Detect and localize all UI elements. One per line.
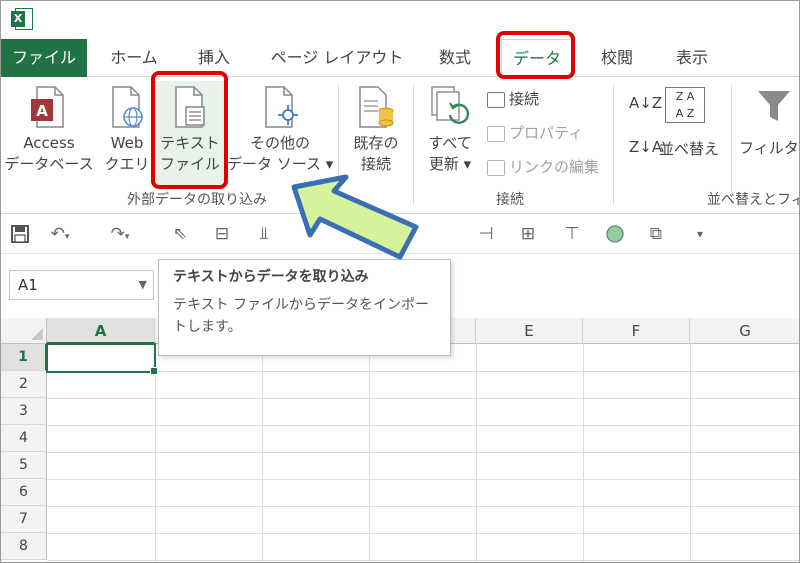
ribbon-tabs: ファイル ホーム 挿入 ページ レイアウト 数式 データ 校閲 表示 (1, 39, 799, 77)
web-query-button[interactable]: Web クエリ (101, 81, 153, 175)
sort-ascending-button[interactable]: A↓Z (629, 91, 662, 115)
group-separator (731, 85, 732, 205)
existing-connections-icon (359, 86, 394, 128)
tab-view[interactable]: 表示 (661, 39, 723, 76)
grid-line (47, 371, 799, 372)
customize-qat-icon[interactable]: ▾ (689, 224, 711, 244)
tab-file[interactable]: ファイル (1, 39, 87, 77)
web-query-icon (112, 86, 143, 128)
refresh-icon (431, 86, 470, 124)
column-header-f[interactable]: F (583, 318, 690, 344)
row-header-1[interactable]: 1 (1, 344, 47, 371)
excel-logo-icon: X (11, 8, 35, 30)
tab-formulas[interactable]: 数式 (424, 39, 486, 76)
other-sources-button[interactable]: その他の データ ソース ▾ (227, 81, 333, 175)
highlight-data-tab (496, 31, 575, 79)
grid-line (583, 344, 584, 562)
tooltip-body: テキスト ファイルからデータをインポー トします。 (173, 297, 430, 335)
row-header-5[interactable]: 5 (1, 452, 47, 479)
edit-links-icon (487, 159, 505, 176)
title-bar: X (1, 1, 799, 39)
excel-window: X ファイル ホーム 挿入 ページ レイアウト 数式 データ 校閲 表示 A A… (0, 0, 800, 563)
row-header-2[interactable]: 2 (1, 371, 47, 398)
pointer-arrow-annotation (291, 174, 419, 260)
access-database-button[interactable]: A Access データベース (3, 81, 95, 175)
other-sources-icon (265, 86, 298, 128)
other-sources-label-1: その他の (249, 134, 310, 152)
connections-icon (487, 91, 505, 108)
chart-icon[interactable]: ⫫ (253, 224, 275, 244)
sort-descending-icon: Z↓A (629, 138, 663, 156)
group-separator (613, 85, 614, 205)
row-header-3[interactable]: 3 (1, 398, 47, 425)
refresh-label-2: 更新 ▾ (428, 155, 472, 173)
select-all-corner[interactable] (1, 318, 47, 344)
properties-icon (487, 125, 505, 142)
filter-icon (758, 91, 790, 121)
tooltip-title: テキストからデータを取り込み (173, 269, 369, 285)
web-label-2: クエリ (104, 155, 150, 173)
sort-icon: Z AA Z (665, 87, 705, 123)
sort-ascending-icon: A↓Z (629, 94, 663, 112)
svg-text:A: A (36, 102, 48, 120)
refresh-all-button[interactable]: すべて 更新 ▾ (417, 81, 483, 175)
filter-button[interactable]: フィルター (739, 81, 799, 159)
tab-review[interactable]: 校閲 (586, 39, 648, 76)
grid-line (47, 533, 799, 534)
sort-dialog-icon-button[interactable]: Z AA Z (665, 87, 705, 123)
access-label-1: Access (23, 134, 75, 152)
save-icon[interactable] (9, 224, 31, 244)
group-label-external-data: 外部データの取り込み (127, 192, 267, 208)
sort-descending-button[interactable]: Z↓A (629, 135, 662, 159)
group-icon[interactable]: ⊟ (211, 224, 233, 244)
grid-line (47, 425, 799, 426)
column-header-a[interactable]: A (47, 318, 155, 344)
chevron-down-icon[interactable]: ▼ (139, 271, 147, 299)
group-label-connections: 接続 (496, 192, 524, 208)
circle-icon[interactable] (604, 224, 626, 244)
name-box[interactable]: A1 ▼ (9, 270, 154, 300)
refresh-label-1: すべて (428, 134, 472, 152)
active-cell-a1[interactable] (46, 343, 158, 375)
web-label-1: Web (110, 134, 144, 152)
tooltip-text-import: テキストからデータを取り込み テキスト ファイルからデータをインポー トします。 (158, 259, 451, 356)
grid-line (369, 344, 370, 562)
row-header-6[interactable]: 6 (1, 479, 47, 506)
distribute-icon[interactable]: ⊞ (517, 224, 539, 244)
grid-line (476, 344, 477, 562)
column-header-g[interactable]: G (690, 318, 799, 344)
undo-icon[interactable]: ↶▾ (45, 224, 75, 244)
filter-label: フィルター (739, 139, 799, 157)
existing-connections-button[interactable]: 既存の 接続 (343, 81, 409, 175)
edit-links-button[interactable]: リンクの編集 (487, 155, 599, 179)
tab-page-layout[interactable]: ページ レイアウト (263, 39, 411, 76)
grid-line (262, 344, 263, 562)
grid-line (47, 560, 799, 561)
row-header-8[interactable]: 8 (1, 533, 47, 560)
shapes-icon[interactable]: ⧉ (645, 224, 667, 244)
grid-line (690, 344, 691, 562)
properties-button[interactable]: プロパティ (487, 121, 583, 145)
align-icon[interactable]: ⊣ (475, 224, 497, 244)
column-header-e[interactable]: E (476, 318, 583, 344)
redo-icon[interactable]: ↷▾ (105, 224, 135, 244)
align-top-icon[interactable]: ⊤ (561, 224, 583, 244)
grid-line (155, 344, 156, 562)
row-header-4[interactable]: 4 (1, 425, 47, 452)
sort-button[interactable]: 並べ替え (659, 137, 719, 161)
grid-line (47, 506, 799, 507)
highlight-text-file-button (151, 71, 228, 189)
connections-button[interactable]: 接続 (487, 87, 539, 111)
grid-line (47, 479, 799, 480)
row-header-7[interactable]: 7 (1, 506, 47, 533)
grid-line (47, 452, 799, 453)
pointer-icon[interactable]: ⇖ (169, 224, 191, 244)
group-label-sort-filter: 並べ替えとフィ (707, 192, 800, 208)
existing-label-1: 既存の (353, 134, 399, 152)
access-icon: A (31, 86, 64, 128)
access-label-2: データベース (4, 155, 94, 173)
grid-line (47, 398, 799, 399)
